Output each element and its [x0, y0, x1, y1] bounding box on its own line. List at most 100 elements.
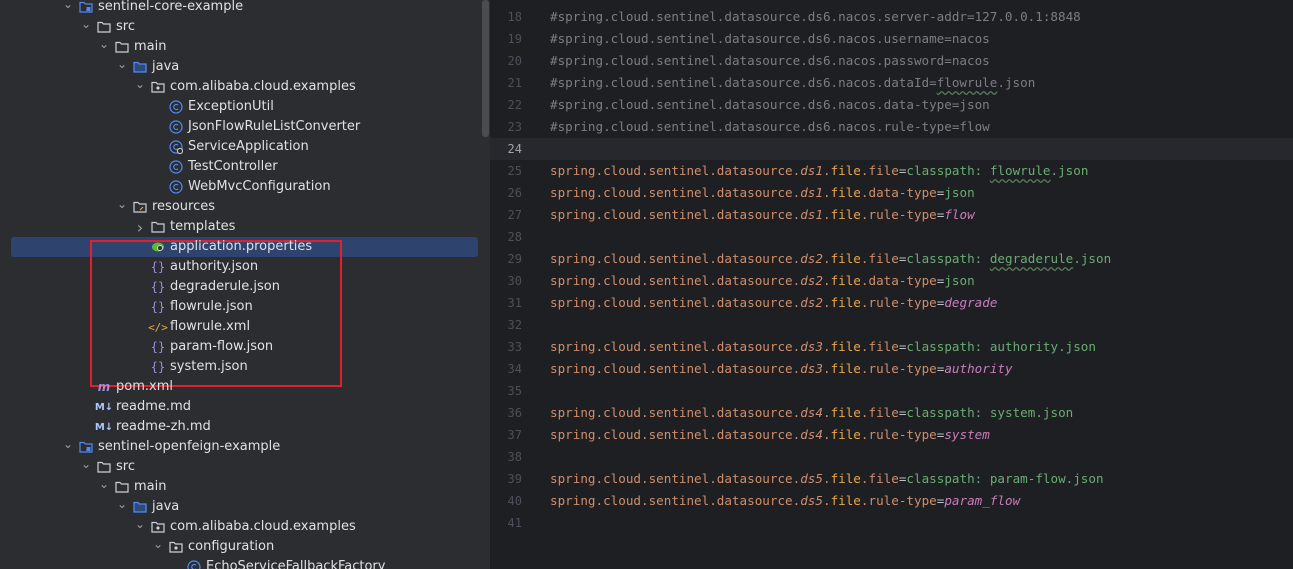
code-line[interactable]: #spring.cloud.sentinel.datasource.ds6.na…: [550, 116, 990, 138]
tree-item-label: param-flow.json: [170, 339, 274, 354]
tree-item-label: templates: [170, 219, 236, 234]
code-line[interactable]: spring.cloud.sentinel.datasource.ds5.fil…: [550, 490, 1020, 512]
tree-item[interactable]: ⌄TestController: [0, 157, 490, 177]
code-line[interactable]: spring.cloud.sentinel.datasource.ds2.fil…: [550, 270, 975, 292]
maven-icon: m: [97, 380, 111, 394]
folder-icon: [150, 219, 166, 235]
class-icon: [186, 559, 202, 569]
json-icon: {}: [150, 280, 166, 294]
chevron-down-icon[interactable]: ⌄: [114, 56, 130, 72]
chevron-down-icon[interactable]: ⌄: [96, 476, 112, 492]
tree-item[interactable]: ⌄mpom.xml: [0, 377, 490, 397]
code-token: file: [830, 361, 861, 376]
tree-item[interactable]: ⌄{}authority.json: [0, 257, 490, 277]
tree-item[interactable]: ⌄ resources: [0, 197, 490, 217]
tree-item[interactable]: ⌄{}param-flow.json: [0, 337, 490, 357]
code-line[interactable]: #spring.cloud.sentinel.datasource.ds6.na…: [550, 28, 990, 50]
code-line[interactable]: spring.cloud.sentinel.datasource.ds4.fil…: [550, 424, 990, 446]
chevron-down-icon[interactable]: ⌄: [114, 196, 130, 212]
chevron-down-icon[interactable]: ⌄: [132, 76, 148, 92]
tree-item-label: WebMvcConfiguration: [188, 179, 331, 194]
tree-item-label: readme.md: [116, 399, 191, 414]
code-token: param_flow: [944, 493, 1021, 508]
code-token: spring.cloud.sentinel.datasource.: [550, 427, 801, 442]
code-token: classpath: system.json: [906, 405, 1074, 420]
code-line[interactable]: spring.cloud.sentinel.datasource.ds2.fil…: [550, 248, 1111, 270]
line-number: 38: [507, 450, 522, 464]
spring-class-icon: [168, 139, 184, 155]
code-editor[interactable]: 1718192021222324252627282930313233343536…: [490, 0, 1293, 569]
code-line[interactable]: spring.cloud.sentinel.datasource.ds3.fil…: [550, 336, 1096, 358]
code-line[interactable]: spring.cloud.sentinel.datasource.ds1.fil…: [550, 182, 975, 204]
line-number: 31: [507, 296, 522, 310]
code-token: #spring.cloud.sentinel.datasource.ds6.na…: [550, 9, 1081, 24]
tree-item[interactable]: ⌄ main: [0, 37, 490, 57]
tree-item[interactable]: ⌄ java: [0, 57, 490, 77]
tree-item[interactable]: ⌄ExceptionUtil: [0, 97, 490, 117]
chevron-down-icon[interactable]: ⌄: [60, 436, 76, 452]
tree-item[interactable]: ⌄ sentinel-openfeign-example: [0, 437, 490, 457]
tree-item[interactable]: ⌄</>flowrule.xml: [0, 317, 490, 337]
code-token: .json: [1073, 251, 1112, 266]
tree-item[interactable]: ⌄ main: [0, 477, 490, 497]
line-number: 41: [507, 516, 522, 530]
code-line[interactable]: spring.cloud.sentinel.datasource.ds1.fil…: [550, 160, 1088, 182]
code-line[interactable]: #spring.cloud.sentinel.datasource.ds6.na…: [550, 50, 990, 72]
code-token: file: [830, 427, 861, 442]
tree-item[interactable]: ⌄ src: [0, 17, 490, 37]
tree-item[interactable]: ⌄M↓readme-zh.md: [0, 417, 490, 437]
code-line[interactable]: spring.cloud.sentinel.datasource.ds3.fil…: [550, 358, 1013, 380]
chevron-down-icon[interactable]: ⌄: [60, 0, 76, 12]
code-line[interactable]: spring.cloud.sentinel.datasource.ds5.fil…: [550, 468, 1104, 490]
code-token: .: [822, 251, 831, 266]
chevron-down-icon[interactable]: ⌄: [96, 36, 112, 52]
code-line[interactable]: #spring.cloud.sentinel.datasource.ds6.na…: [550, 6, 1081, 28]
chevron-down-icon[interactable]: ⌄: [114, 496, 130, 512]
tree-item[interactable]: ⌄ sentinel-core-example: [0, 0, 490, 17]
tree-item[interactable]: ⌄EchoServiceFallbackFactory: [0, 557, 490, 569]
line-number: 29: [507, 252, 522, 266]
tree-item[interactable]: ⌄{}system.json: [0, 357, 490, 377]
code-line[interactable]: #spring.cloud.sentinel.datasource.ds6.na…: [550, 72, 1035, 94]
tree-item[interactable]: ⌄ com.alibaba.cloud.examples: [0, 77, 490, 97]
tree-item[interactable]: ⌄ java: [0, 497, 490, 517]
tree-item[interactable]: ⌄M↓readme.md: [0, 397, 490, 417]
tree-item-label: EchoServiceFallbackFactory: [206, 559, 386, 569]
tree-item[interactable]: ⌄application.properties: [0, 237, 490, 257]
chevron-down-icon[interactable]: ⌄: [132, 516, 148, 532]
code-token: spring.cloud.sentinel.datasource.: [550, 273, 801, 288]
chevron-down-icon[interactable]: ⌄: [78, 16, 94, 32]
markdown-icon: M↓: [94, 421, 114, 433]
tree-item-label: sentinel-core-example: [98, 0, 244, 14]
class-icon: [168, 119, 184, 135]
tree-item[interactable]: › templates: [0, 217, 490, 237]
code-token: spring.cloud.sentinel.datasource.: [550, 471, 801, 486]
tree-item[interactable]: ⌄ com.alibaba.cloud.examples: [0, 517, 490, 537]
tree-item[interactable]: ⌄JsonFlowRuleListConverter: [0, 117, 490, 137]
code-token: .json: [1050, 163, 1089, 178]
chevron-right-icon[interactable]: ›: [132, 218, 148, 237]
code-token: flow: [944, 207, 975, 222]
code-line[interactable]: spring.cloud.sentinel.datasource.ds1.fil…: [550, 204, 975, 226]
code-token: .: [822, 493, 831, 508]
project-tree[interactable]: ⌄ sentinel-core-example ⌄ src ⌄ main ⌄ java ⌄ com…: [0, 0, 490, 569]
tree-item[interactable]: ⌄{}degraderule.json: [0, 277, 490, 297]
code-line[interactable]: #spring.cloud.sentinel.datasource.ds6.na…: [550, 94, 990, 116]
tree-scrollbar[interactable]: [482, 0, 489, 137]
tree-item[interactable]: ⌄ServiceApplication: [0, 137, 490, 157]
tree-item[interactable]: ⌄WebMvcConfiguration: [0, 177, 490, 197]
tree-item[interactable]: ⌄ src: [0, 457, 490, 477]
line-number: 24: [507, 142, 522, 156]
code-token: .file: [860, 405, 899, 420]
tree-item-label: authority.json: [170, 259, 259, 274]
code-token: flowrule: [989, 163, 1051, 178]
tree-item[interactable]: ⌄ configuration: [0, 537, 490, 557]
chevron-down-icon[interactable]: ⌄: [78, 456, 94, 472]
code-line[interactable]: spring.cloud.sentinel.datasource.ds4.fil…: [550, 402, 1073, 424]
chevron-down-icon[interactable]: ⌄: [150, 536, 166, 552]
code-token: ds2: [800, 273, 823, 288]
code-line[interactable]: spring.cloud.sentinel.datasource.ds2.fil…: [550, 292, 997, 314]
tree-item-label: src: [116, 19, 135, 34]
tree-item-label: ExceptionUtil: [188, 99, 274, 114]
tree-item[interactable]: ⌄{}flowrule.json: [0, 297, 490, 317]
